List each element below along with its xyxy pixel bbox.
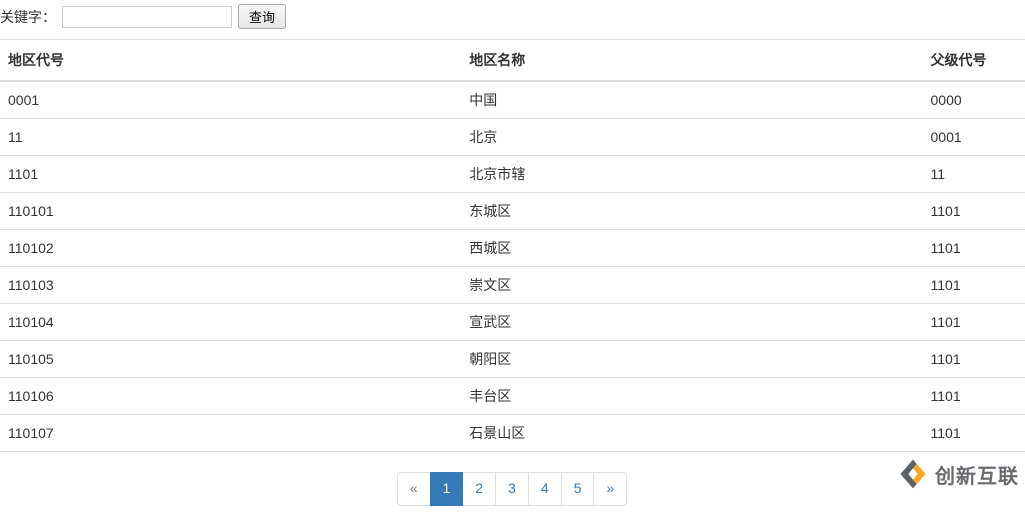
table-row: 110105朝阳区1101 bbox=[0, 341, 1025, 378]
header-code: 地区代号 bbox=[0, 40, 461, 82]
cell-code: 110101 bbox=[0, 193, 461, 230]
cell-code: 1101 bbox=[0, 156, 461, 193]
cell-code: 110102 bbox=[0, 230, 461, 267]
cell-name: 中国 bbox=[461, 81, 922, 119]
table-row: 110104宣武区1101 bbox=[0, 304, 1025, 341]
cell-parent: 1101 bbox=[923, 230, 1025, 267]
cell-parent: 1101 bbox=[923, 415, 1025, 452]
table-row: 11北京0001 bbox=[0, 119, 1025, 156]
cell-code: 110105 bbox=[0, 341, 461, 378]
cell-code: 110104 bbox=[0, 304, 461, 341]
region-table: 地区代号 地区名称 父级代号 0001中国000011北京00011101北京市… bbox=[0, 39, 1025, 452]
cell-parent: 1101 bbox=[923, 193, 1025, 230]
keyword-input[interactable] bbox=[62, 6, 232, 28]
cell-parent: 11 bbox=[923, 156, 1025, 193]
page-3[interactable]: 3 bbox=[495, 472, 529, 506]
search-bar: 关键字： 查询 bbox=[0, 0, 1025, 39]
header-parent: 父级代号 bbox=[923, 40, 1025, 82]
watermark-text: 创新互联 bbox=[935, 460, 1019, 489]
cell-parent: 0000 bbox=[923, 81, 1025, 119]
cell-name: 西城区 bbox=[461, 230, 922, 267]
cell-name: 宣武区 bbox=[461, 304, 922, 341]
query-button[interactable]: 查询 bbox=[238, 4, 286, 29]
table-row: 110102西城区1101 bbox=[0, 230, 1025, 267]
cell-code: 11 bbox=[0, 119, 461, 156]
cell-name: 朝阳区 bbox=[461, 341, 922, 378]
header-name: 地区名称 bbox=[461, 40, 922, 82]
table-row: 110101东城区1101 bbox=[0, 193, 1025, 230]
table-row: 110106丰台区1101 bbox=[0, 378, 1025, 415]
page-5[interactable]: 5 bbox=[561, 472, 595, 506]
cell-name: 北京 bbox=[461, 119, 922, 156]
cell-parent: 1101 bbox=[923, 378, 1025, 415]
cell-parent: 1101 bbox=[923, 341, 1025, 378]
page-4[interactable]: 4 bbox=[528, 472, 562, 506]
search-label: 关键字： bbox=[0, 7, 56, 27]
pagination: « 12345» bbox=[0, 472, 1025, 506]
cell-code: 0001 bbox=[0, 81, 461, 119]
page-next[interactable]: » bbox=[593, 472, 627, 506]
table-row: 1101北京市辖11 bbox=[0, 156, 1025, 193]
page-2[interactable]: 2 bbox=[462, 472, 496, 506]
cell-code: 110106 bbox=[0, 378, 461, 415]
page-prev[interactable]: « bbox=[397, 472, 431, 506]
cell-parent: 1101 bbox=[923, 304, 1025, 341]
cell-name: 东城区 bbox=[461, 193, 922, 230]
cell-name: 崇文区 bbox=[461, 267, 922, 304]
cell-name: 北京市辖 bbox=[461, 156, 922, 193]
cell-parent: 1101 bbox=[923, 267, 1025, 304]
logo-icon bbox=[895, 456, 931, 492]
table-row: 0001中国0000 bbox=[0, 81, 1025, 119]
cell-name: 丰台区 bbox=[461, 378, 922, 415]
table-row: 110103崇文区1101 bbox=[0, 267, 1025, 304]
cell-parent: 0001 bbox=[923, 119, 1025, 156]
table-row: 110107石景山区1101 bbox=[0, 415, 1025, 452]
watermark: 创新互联 bbox=[895, 456, 1019, 492]
cell-code: 110107 bbox=[0, 415, 461, 452]
cell-name: 石景山区 bbox=[461, 415, 922, 452]
cell-code: 110103 bbox=[0, 267, 461, 304]
page-1[interactable]: 1 bbox=[430, 472, 464, 506]
